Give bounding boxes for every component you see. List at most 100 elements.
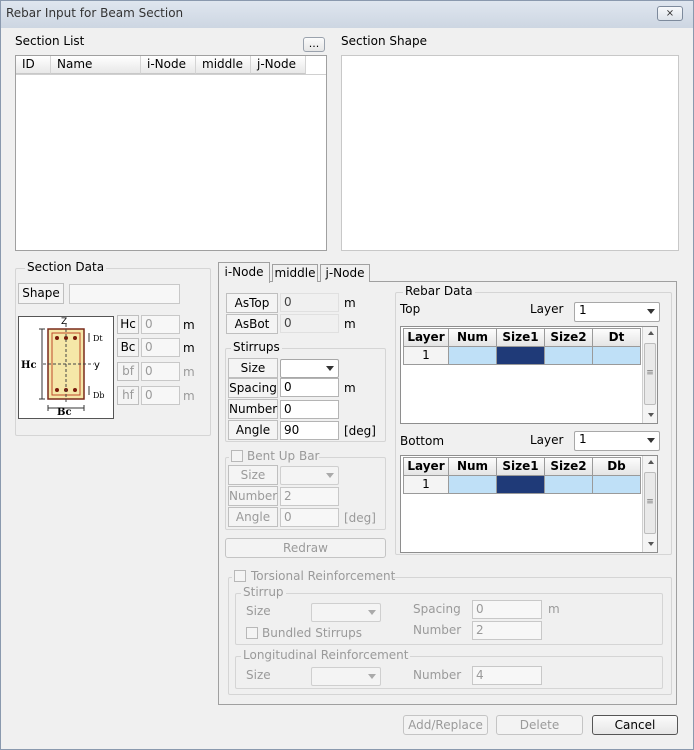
bent-number-label: Number — [228, 486, 278, 506]
bent-up-bar-checkbox[interactable] — [231, 450, 243, 462]
top-col-dt: Dt — [592, 328, 641, 347]
chevron-down-icon — [647, 438, 655, 443]
bundled-stirrups-checkbox[interactable] — [246, 627, 258, 639]
longitudinal-number-field: 4 — [472, 666, 542, 685]
hc-unit: m — [183, 318, 195, 332]
section-list-label: Section List — [15, 34, 85, 48]
number-label: Number — [228, 399, 278, 419]
torsional-size-label: Size — [246, 604, 271, 618]
col-middle[interactable]: middle — [196, 56, 251, 74]
asbot-label: AsBot — [226, 314, 278, 334]
bottom-row-db[interactable] — [592, 475, 641, 494]
close-button[interactable]: ⨯ — [657, 6, 683, 21]
scroll-up-icon[interactable] — [648, 460, 654, 464]
bf-label: bf — [117, 362, 139, 381]
chevron-down-icon — [368, 610, 376, 615]
angle-input[interactable]: 90 — [280, 421, 339, 440]
chevron-down-icon — [647, 309, 655, 314]
longitudinal-size-select[interactable] — [311, 667, 381, 686]
torsional-spacing-unit: m — [548, 602, 560, 616]
cancel-button[interactable]: Cancel — [592, 715, 678, 735]
bc-label: Bc — [117, 338, 139, 357]
bundled-stirrups-label: Bundled Stirrups — [262, 626, 362, 640]
top-layer-label: Layer — [530, 302, 564, 316]
rebar-data-label: Rebar Data — [403, 284, 475, 298]
asbot-unit: m — [344, 317, 356, 331]
top-row-size2[interactable] — [544, 346, 593, 365]
rebar-dot — [55, 388, 59, 392]
tab-i-node[interactable]: i-Node — [218, 262, 270, 283]
bottom-row-size1[interactable] — [496, 475, 545, 494]
scroll-up-icon[interactable] — [648, 331, 654, 335]
top-row-num[interactable] — [448, 346, 497, 365]
bent-size-label: Size — [228, 465, 278, 485]
bottom-row-size2[interactable] — [544, 475, 593, 494]
diagram-bc: Bc — [57, 407, 72, 418]
rebar-dot — [73, 336, 77, 340]
bent-size-select[interactable] — [280, 466, 339, 485]
stirrup-size-label: Size — [228, 358, 278, 378]
top-col-size2: Size2 — [544, 328, 593, 347]
bent-number-field: 2 — [280, 487, 339, 506]
shape-label: Shape — [18, 283, 64, 304]
hf-unit: m — [183, 389, 195, 403]
col-i-node[interactable]: i-Node — [141, 56, 196, 74]
stirrup-size-select[interactable] — [280, 359, 339, 378]
top-col-size1: Size1 — [496, 328, 545, 347]
diagram-y: y — [94, 360, 100, 371]
top-col-layer: Layer — [403, 328, 449, 347]
tab-middle[interactable]: middle — [272, 264, 318, 282]
col-j-node[interactable]: j-Node — [251, 56, 306, 74]
shape-field — [69, 284, 180, 304]
bottom-grid-scrollbar[interactable]: ≡ — [642, 456, 657, 552]
torsional-size-select[interactable] — [311, 603, 381, 622]
section-list-table[interactable]: ID Name i-Node middle j-Node — [15, 55, 327, 251]
top-grid-scrollbar[interactable]: ≡ — [642, 327, 657, 423]
bent-angle-unit: [deg] — [344, 511, 376, 525]
diagram-dt: Dt — [93, 334, 103, 343]
angle-unit: [deg] — [344, 424, 376, 438]
top-row-dt[interactable] — [592, 346, 641, 365]
torsional-spacing-label: Spacing — [413, 602, 461, 616]
diagram-hc: Hc — [21, 360, 37, 371]
number-input[interactable]: 0 — [280, 400, 339, 419]
chevron-down-icon — [326, 473, 334, 478]
spacing-input[interactable]: 0 — [280, 378, 339, 397]
top-rebar-grid[interactable]: Layer Num Size1 Size2 Dt 1 ≡ — [400, 326, 658, 424]
col-id[interactable]: ID — [16, 56, 51, 74]
angle-label: Angle — [228, 420, 278, 440]
scroll-down-icon[interactable] — [648, 542, 654, 546]
scroll-thumb[interactable]: ≡ — [644, 343, 656, 405]
scroll-thumb[interactable]: ≡ — [644, 472, 656, 534]
bent-angle-field: 0 — [280, 508, 339, 527]
hc-field: 0 — [141, 315, 180, 334]
col-name[interactable]: Name — [51, 56, 141, 74]
bottom-layer-select[interactable]: 1 — [574, 431, 660, 451]
torsional-label: Torsional Reinforcement — [251, 569, 396, 583]
stirrups-label: Stirrups — [231, 340, 282, 354]
bottom-row-num[interactable] — [448, 475, 497, 494]
delete-button[interactable]: Delete — [496, 715, 583, 735]
redraw-button[interactable]: Redraw — [225, 538, 386, 558]
torsional-checkbox[interactable] — [234, 570, 246, 582]
add-replace-button[interactable]: Add/Replace — [403, 715, 488, 735]
bottom-col-num: Num — [448, 457, 497, 476]
bottom-row-layer[interactable]: 1 — [403, 475, 449, 494]
scroll-down-icon[interactable] — [648, 413, 654, 417]
hf-field: 0 — [141, 386, 180, 405]
bf-unit: m — [183, 365, 195, 379]
top-row-layer[interactable]: 1 — [403, 346, 449, 365]
bottom-rebar-grid[interactable]: Layer Num Size1 Size2 Db 1 ≡ — [400, 455, 658, 553]
bottom-col-layer: Layer — [403, 457, 449, 476]
top-layer-select[interactable]: 1 — [574, 302, 660, 322]
rebar-dot — [55, 336, 59, 340]
bottom-col-db: Db — [592, 457, 641, 476]
tab-j-node[interactable]: j-Node — [320, 264, 370, 282]
section-diagram: Z y Hc Bc Dt Db — [18, 316, 114, 419]
astop-value: 0 — [280, 293, 339, 312]
astop-label: AsTop — [226, 293, 278, 313]
bottom-layer-label: Layer — [530, 433, 564, 447]
bc-field: 0 — [141, 338, 180, 357]
top-row-size1[interactable] — [496, 346, 545, 365]
section-browse-button[interactable]: ... — [303, 37, 325, 52]
